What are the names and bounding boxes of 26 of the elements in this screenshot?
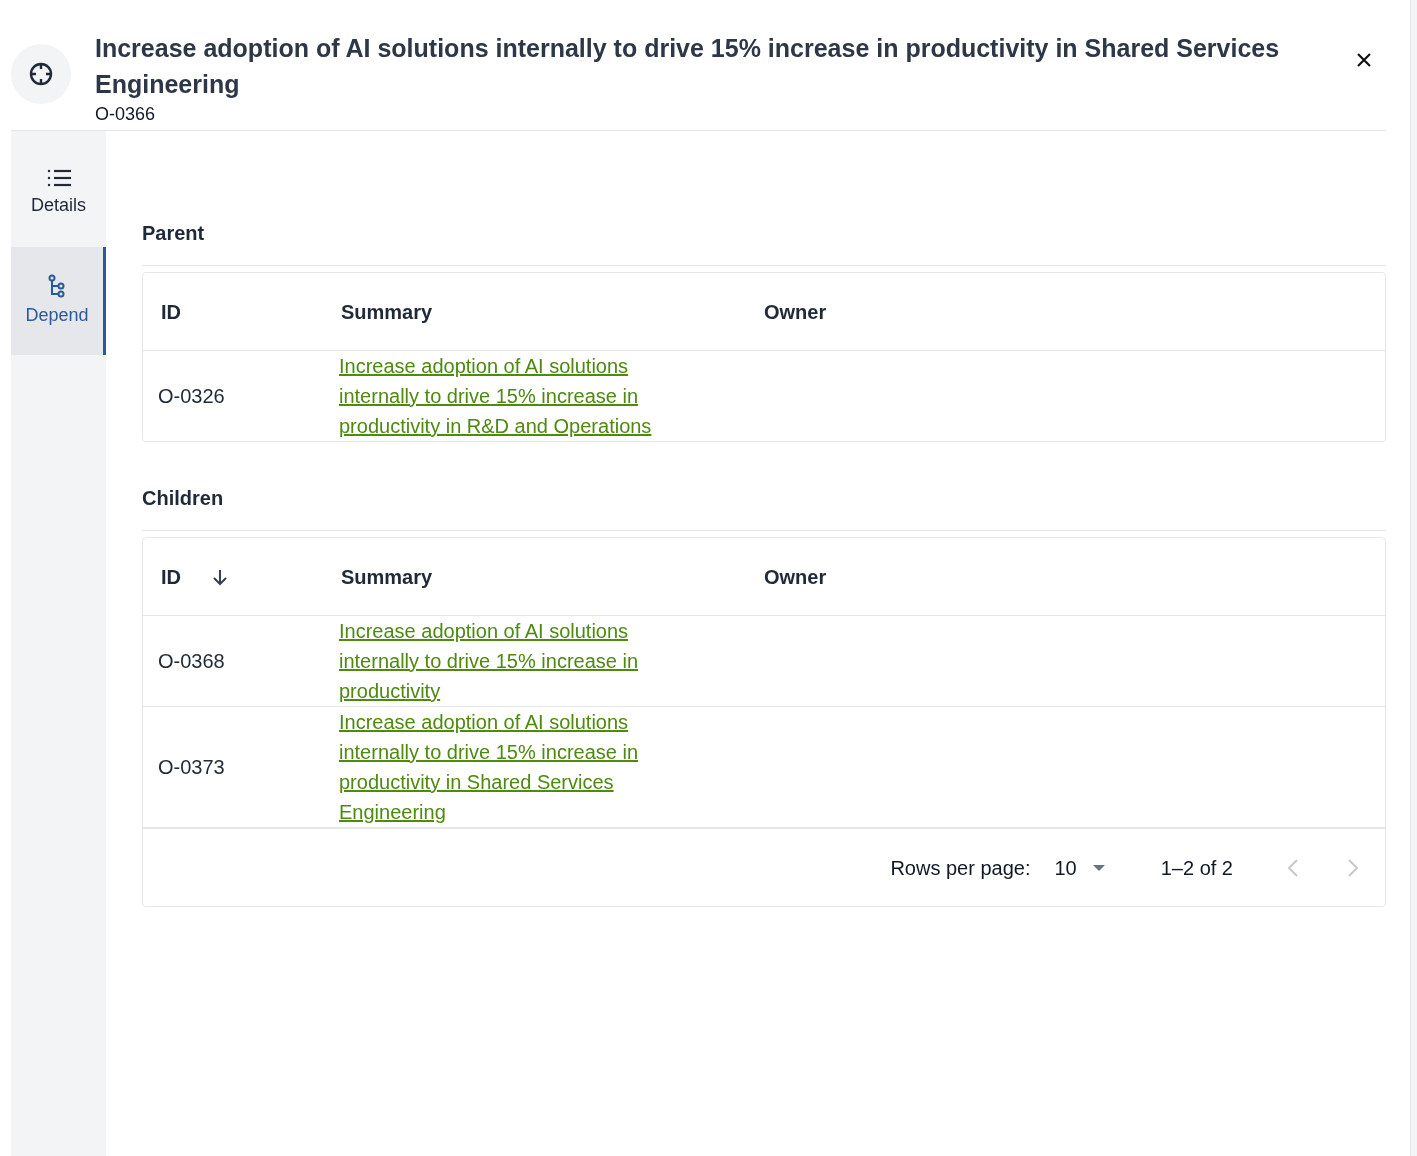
rows-per-page-select[interactable]: 10 — [1054, 852, 1105, 883]
tree-icon — [48, 273, 66, 298]
record-id: O-0366 — [95, 103, 157, 126]
sidebar-tab[interactable]: Depend — [11, 247, 106, 355]
page-range: 1–2 of 2 — [1160, 855, 1233, 881]
rows-per-page-label: Rows per page: — [890, 855, 1031, 881]
sidebar-tab[interactable]: Details — [11, 139, 106, 247]
table-cell-text: O-0368 — [157, 649, 226, 674]
table-cell-text: O-0326 — [157, 384, 226, 409]
column-header[interactable]: ID — [161, 296, 181, 327]
list-icon — [45, 167, 72, 188]
column-header[interactable]: Owner — [764, 296, 827, 327]
section-title: Children — [142, 486, 224, 511]
column-header[interactable]: Summary — [341, 561, 433, 592]
column-header[interactable]: Summary — [341, 296, 433, 327]
dropdown-caret-icon[interactable] — [1092, 864, 1105, 871]
summary-link[interactable]: Increase adoption of AI solutions internally to drive 15% increase in productivity in R&D and Operations — [339, 351, 679, 441]
column-header[interactable]: ID — [161, 561, 229, 592]
window-title: Increase adoption of AI solutions internally to drive 15% increase in productivity in Shared Services Engineering — [95, 33, 1281, 100]
column-header[interactable]: Owner — [764, 561, 827, 592]
close-icon[interactable] — [1356, 52, 1372, 68]
table-cell-text: O-0373 — [157, 755, 226, 780]
section-title: Parent — [142, 221, 205, 246]
sort-down-icon[interactable] — [211, 567, 229, 586]
summary-link[interactable]: Increase adoption of AI solutions internally to drive 15% increase in productivity in Shared Services Engineering — [339, 707, 679, 827]
summary-link[interactable]: Increase adoption of AI solutions internally to drive 15% increase in productivity — [339, 616, 679, 706]
